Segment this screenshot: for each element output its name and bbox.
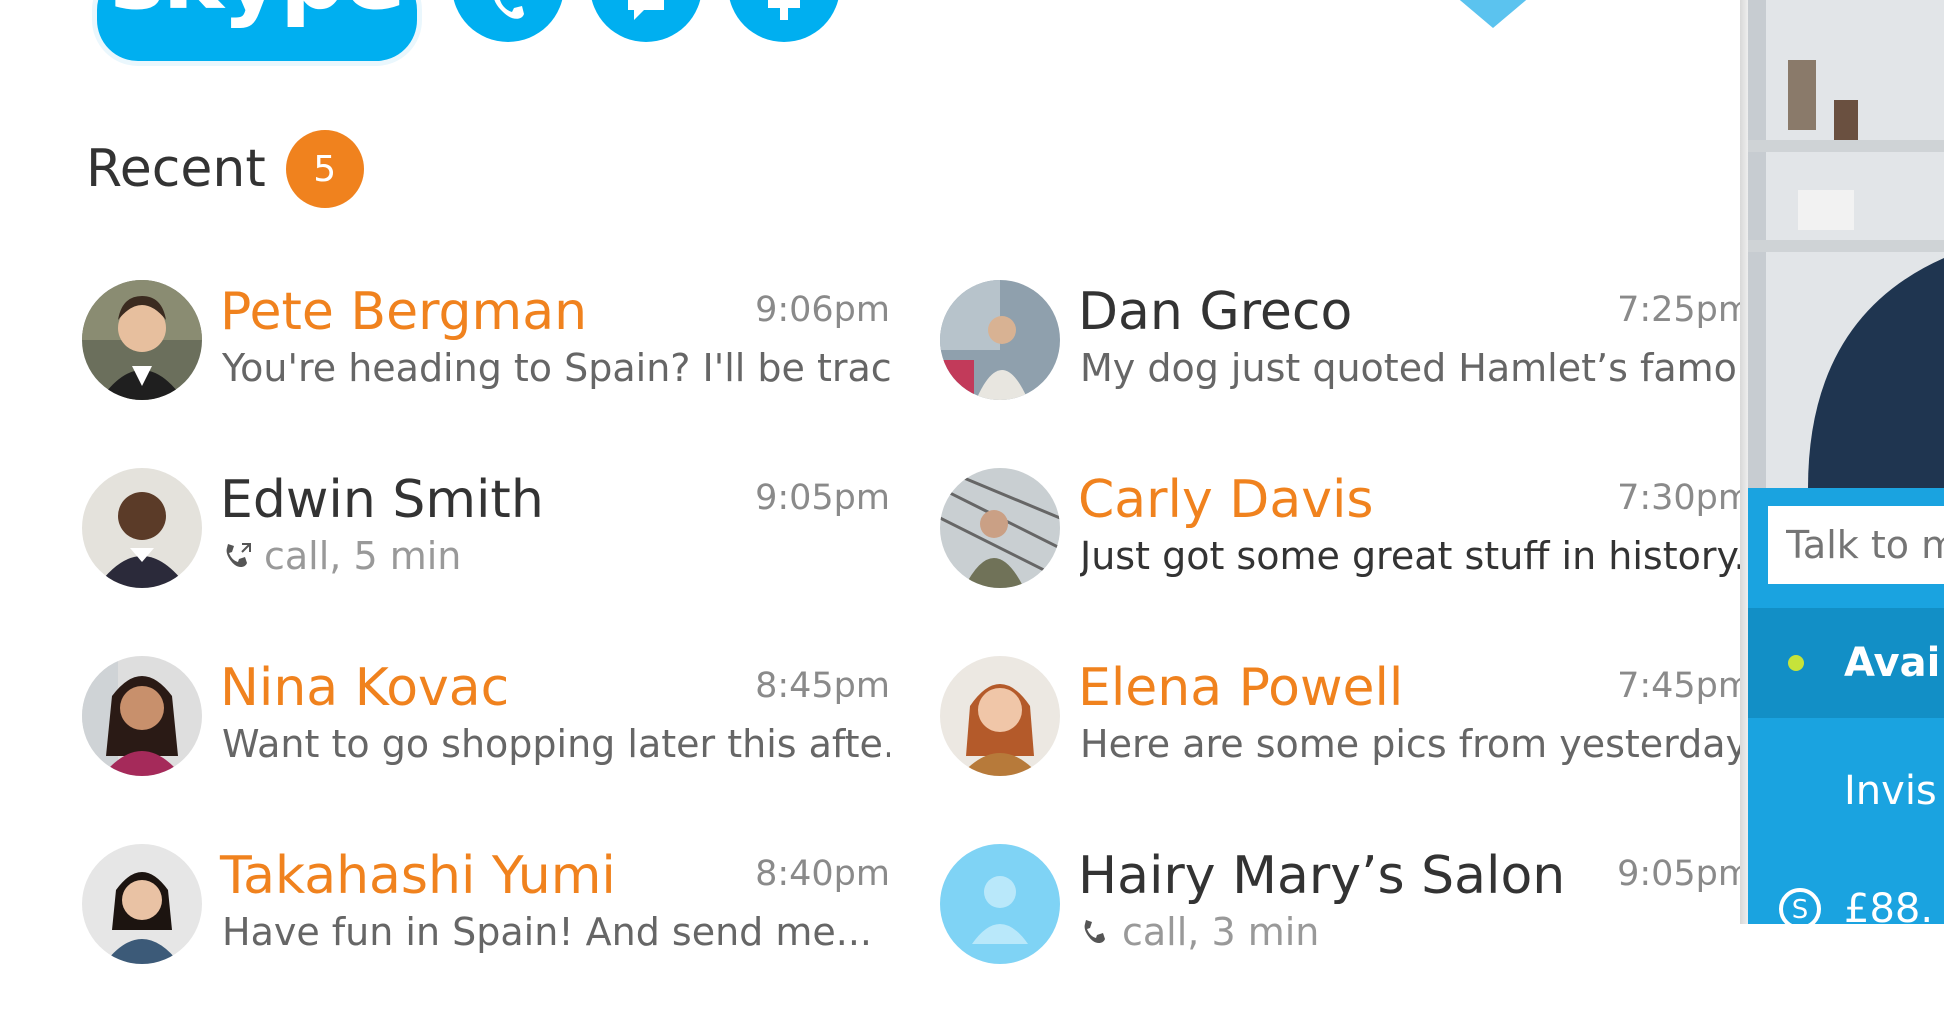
status-invisible-label: Invis — [1844, 768, 1937, 814]
conversation-item-edwin-smith[interactable]: Edwin Smith 9:05pm call, 5 min — [82, 458, 890, 646]
contact-name: Elena Powell — [1078, 658, 1404, 718]
call-button[interactable] — [452, 0, 564, 42]
avatar — [940, 280, 1060, 400]
contact-name: Pete Bergman — [220, 282, 588, 342]
message-preview: You're heading to Spain? I'll be trac... — [222, 346, 890, 390]
available-dot — [1788, 655, 1804, 671]
status-available[interactable]: Avai — [1748, 608, 1944, 718]
message-time: 8:40pm — [755, 854, 890, 894]
message-time: 7:25pm — [1617, 290, 1752, 330]
add-contact-button[interactable] — [728, 0, 840, 42]
skype-credit-icon: S — [1779, 888, 1821, 930]
status-available-label: Avai — [1844, 640, 1941, 686]
unread-count-badge: 5 — [285, 130, 364, 208]
call-log-icon — [1084, 920, 1105, 944]
message-preview: My dog just quoted Hamlet’s famo... — [1080, 346, 1752, 390]
avatar — [82, 468, 202, 588]
contact-name: Nina Kovac — [220, 658, 510, 718]
message-preview: Here are some pics from yesterday ... — [1080, 722, 1752, 766]
conversation-item-dan-greco[interactable]: Dan Greco 7:25pm My dog just quoted Haml… — [940, 270, 1752, 458]
recent-title: Recent — [86, 139, 266, 199]
avatar — [940, 468, 1060, 588]
recent-list-right: Dan Greco 7:25pm My dog just quoted Haml… — [940, 270, 1752, 1022]
chat-button[interactable] — [590, 0, 702, 42]
avatar — [82, 280, 202, 400]
message-time: 8:45pm — [755, 666, 890, 706]
conversation-item-hairy-marys-salon[interactable]: Hairy Mary’s Salon 9:05pm call, 3 min — [940, 834, 1752, 1022]
conversation-item-carly-davis[interactable]: Carly Davis 7:30pm Just got some great s… — [940, 458, 1752, 646]
call-summary: call, 5 min — [222, 534, 890, 578]
message-time: 9:06pm — [755, 290, 890, 330]
call-duration: call, 3 min — [1122, 910, 1320, 954]
credit-amount: £88. — [1844, 886, 1934, 932]
avatar — [82, 844, 202, 964]
add-icon — [768, 0, 800, 20]
contact-name: Hairy Mary’s Salon — [1078, 846, 1566, 906]
phone-icon — [494, 0, 524, 19]
skype-logo: skype — [92, 0, 422, 66]
contact-name: Dan Greco — [1078, 282, 1353, 342]
avatar — [940, 844, 1060, 964]
message-time: 9:05pm — [1617, 854, 1752, 894]
message-time: 7:45pm — [1617, 666, 1752, 706]
recent-header: Recent 5 — [86, 130, 364, 208]
message-time: 7:30pm — [1617, 478, 1752, 518]
contact-name: Carly Davis — [1078, 470, 1374, 530]
conversation-item-elena-powell[interactable]: Elena Powell 7:45pm Here are some pics f… — [940, 646, 1752, 834]
message-preview: Have fun in Spain! And send me... — [222, 910, 873, 954]
contact-name: Takahashi Yumi — [220, 846, 616, 906]
message-preview: Just got some great stuff in history... — [1080, 534, 1752, 578]
skype-credit[interactable]: S £88. — [1748, 854, 1944, 964]
call-summary: call, 3 min — [1080, 910, 1752, 954]
profile-photo — [1748, 0, 1944, 488]
status-invisible[interactable]: Invis — [1748, 736, 1944, 846]
message-preview: Want to go shopping later this afte... — [222, 722, 890, 766]
chat-icon — [628, 0, 664, 20]
avatar — [82, 656, 202, 776]
recent-list-left: Pete Bergman 9:06pm You're heading to Sp… — [82, 270, 890, 1022]
panel-divider — [1740, 0, 1748, 924]
logo-text: skype — [97, 0, 417, 23]
contact-name: Edwin Smith — [220, 470, 544, 530]
message-time: 9:05pm — [755, 478, 890, 518]
call-duration: call, 5 min — [264, 534, 462, 578]
call-log-icon — [226, 543, 251, 568]
conversation-item-takahashi-yumi[interactable]: Takahashi Yumi 8:40pm Have fun in Spain!… — [82, 834, 890, 1022]
avatar — [940, 656, 1060, 776]
mood-message-input[interactable] — [1768, 506, 1944, 584]
conversation-item-pete-bergman[interactable]: Pete Bergman 9:06pm You're heading to Sp… — [82, 270, 890, 458]
svg-text:S: S — [1792, 895, 1809, 925]
conversation-item-nina-kovac[interactable]: Nina Kovac 8:45pm Want to go shopping la… — [82, 646, 890, 834]
chevron-down-icon[interactable] — [1448, 0, 1538, 30]
